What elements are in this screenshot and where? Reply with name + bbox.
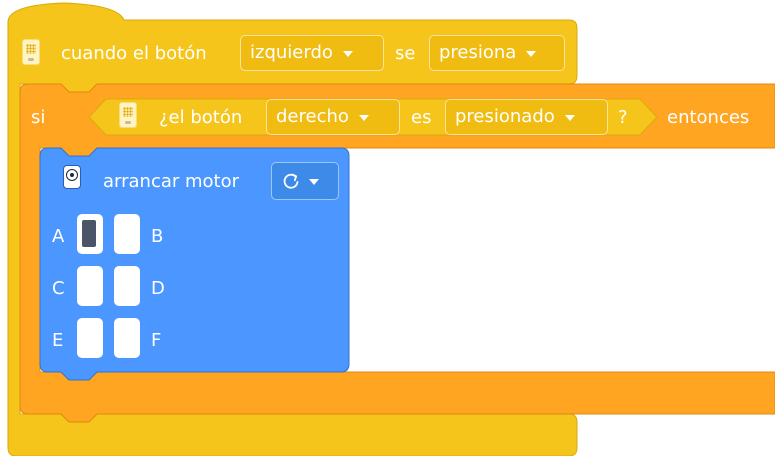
port-label-c: C (52, 278, 65, 299)
if-si-label: si (31, 107, 46, 128)
motor-label: arrancar motor (103, 171, 240, 192)
clockwise-arrow-icon (283, 173, 299, 189)
button-selector-value: izquierdo (250, 42, 333, 63)
condition-state-value: presionado (455, 106, 555, 127)
action-selector-value: presiona (439, 42, 517, 63)
chevron-down-icon (358, 115, 369, 121)
button-selector-dropdown[interactable]: izquierdo (240, 35, 384, 71)
motor-icon (63, 165, 81, 189)
port-e-toggle[interactable] (77, 318, 103, 358)
condition-es-label: es (411, 107, 432, 128)
condition-button-value: derecho (276, 106, 349, 127)
port-label-e: E (52, 330, 64, 351)
direction-dropdown[interactable] (271, 162, 339, 200)
port-label-d: D (151, 278, 165, 299)
port-a-toggle[interactable] (77, 214, 103, 254)
chevron-down-icon (564, 115, 575, 121)
port-d-toggle[interactable] (114, 266, 140, 306)
chevron-down-icon (342, 51, 353, 57)
condition-button-dropdown[interactable]: derecho (266, 99, 400, 135)
block-canvas: cuando el botón izquierdo se presiona si… (0, 0, 775, 456)
port-b-toggle[interactable] (114, 214, 140, 254)
hub-icon (22, 39, 40, 65)
hat-when-label: cuando el botón (61, 43, 207, 64)
condition-question-label: ¿el botón (159, 107, 243, 128)
hat-se-label: se (395, 43, 416, 64)
action-selector-dropdown[interactable]: presiona (429, 35, 565, 71)
if-entonces-label: entonces (667, 107, 750, 128)
port-label-a: A (52, 226, 65, 247)
hub-icon (119, 102, 137, 128)
port-f-toggle[interactable] (114, 318, 140, 358)
port-c-toggle[interactable] (77, 266, 103, 306)
condition-state-dropdown[interactable]: presionado (445, 99, 608, 135)
chevron-down-icon (526, 51, 537, 57)
condition-question-mark: ? (618, 107, 628, 128)
chevron-down-icon (309, 179, 319, 185)
port-label-b: B (151, 226, 164, 247)
port-label-f: F (151, 330, 162, 351)
